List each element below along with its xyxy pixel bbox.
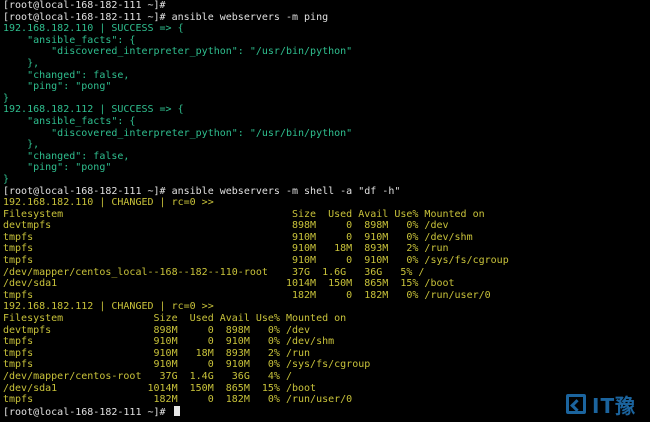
terminal-line-text: [root@local-168-182-111 ~]# ansible webs… (3, 11, 329, 23)
terminal-line-text: "changed": false, (3, 150, 130, 162)
terminal-line: [root@local-168-182-111 ~]# (3, 405, 648, 418)
terminal-line: devtmpfs 898M 0 898M 0% /dev (3, 325, 648, 337)
terminal-line: /dev/sda1 1014M 150M 865M 15% /boot (3, 278, 648, 290)
terminal-line: [root@local-168-182-111 ~]# ansible webs… (3, 186, 648, 198)
terminal-line: "ansible_facts": { (3, 116, 648, 128)
terminal-line-text: tmpfs 910M 0 910M 0% /sys/fs/cgroup (3, 359, 371, 371)
terminal-line-text: tmpfs 910M 18M 893M 2% /run (3, 243, 449, 255)
terminal-line-text: Filesystem Size Used Avail Use% Mounted … (3, 208, 485, 220)
terminal-line-text: 192.168.182.112 | CHANGED | rc=0 >> (3, 301, 214, 313)
terminal-line: tmpfs 182M 0 182M 0% /run/user/0 (3, 290, 648, 302)
terminal-line: /dev/mapper/centos_local--168--182--110-… (3, 267, 648, 279)
terminal-line-text: }, (3, 139, 40, 151)
terminal-line-text: /dev/mapper/centos-root 37G 1.4G 36G 4% … (3, 371, 292, 382)
terminal-line-text: } (3, 173, 10, 185)
terminal-line-text: }, (3, 57, 40, 69)
terminal-line: "discovered_interpreter_python": "/usr/b… (3, 46, 648, 58)
terminal-line-text: tmpfs 182M 0 182M 0% /run/user/0 (3, 289, 491, 301)
terminal-line-text: 192.168.182.112 | SUCCESS => { (3, 104, 184, 116)
terminal-line: Filesystem Size Used Avail Use% Mounted … (3, 313, 648, 325)
terminal-line-text: 192.168.182.110 | SUCCESS => { (3, 23, 184, 35)
terminal-line: 192.168.182.112 | SUCCESS => { (3, 104, 648, 116)
terminal-line: /dev/mapper/centos-root 37G 1.4G 36G 4% … (3, 371, 648, 383)
terminal-output[interactable]: [root@local-168-182-111 ~]# [root@local-1… (3, 0, 648, 422)
watermark-text: IT豫 (592, 393, 637, 418)
terminal-line-text: "discovered_interpreter_python": "/usr/b… (3, 46, 353, 58)
terminal-line: tmpfs 910M 0 910M 0% /dev/shm (3, 336, 648, 348)
terminal-line: }, (3, 58, 648, 70)
terminal-line: "ping": "pong" (3, 81, 648, 93)
terminal-line: [root@local-168-182-111 ~]# (3, 0, 648, 12)
terminal-line: tmpfs 910M 0 910M 0% /sys/fs/cgroup (3, 255, 648, 267)
watermark-logo: IT豫 (566, 390, 644, 418)
terminal-line: tmpfs 910M 18M 893M 2% /run (3, 243, 648, 255)
terminal-line: 192.168.182.110 | CHANGED | rc=0 >> (3, 197, 648, 209)
terminal-line: Filesystem Size Used Avail Use% Mounted … (3, 209, 648, 221)
terminal-line-text: Filesystem Size Used Avail Use% Mounted … (3, 313, 347, 325)
terminal-line: "ansible_facts": { (3, 35, 648, 47)
terminal-line-text: tmpfs 910M 0 910M 0% /dev/shm (3, 336, 335, 348)
terminal-line: tmpfs 910M 0 910M 0% /sys/fs/cgroup (3, 359, 648, 371)
terminal-line-text: [root@local-168-182-111 ~]# (3, 406, 172, 418)
watermark-icon (566, 394, 586, 414)
terminal-line-text: tmpfs 182M 0 182M 0% /run/user/0 (3, 394, 353, 406)
terminal-line: }, (3, 139, 648, 151)
terminal-cursor[interactable] (173, 405, 180, 416)
terminal-line: "ping": "pong" (3, 162, 648, 174)
terminal-line-text: /dev/sda1 1014M 150M 865M 15% /boot (3, 382, 317, 394)
terminal-line: [root@local-168-182-111 ~]# ansible webs… (3, 12, 648, 24)
terminal-line: "discovered_interpreter_python": "/usr/b… (3, 128, 648, 140)
terminal-line: tmpfs 182M 0 182M 0% /run/user/0 (3, 394, 648, 406)
terminal-line-text: "ansible_facts": { (3, 34, 136, 46)
terminal-line-text: 192.168.182.110 | CHANGED | rc=0 >> (3, 197, 214, 209)
terminal-line: "changed": false, (3, 151, 648, 163)
terminal-line-text: /dev/sda1 1014M 150M 865M 15% /boot (3, 278, 455, 290)
terminal-line: tmpfs 910M 0 910M 0% /dev/shm (3, 232, 648, 244)
terminal-line: tmpfs 910M 18M 893M 2% /run (3, 348, 648, 360)
terminal-line: 192.168.182.112 | CHANGED | rc=0 >> (3, 301, 648, 313)
terminal-line-text: "ping": "pong" (3, 162, 112, 174)
terminal-line-text: "changed": false, (3, 69, 130, 81)
terminal-line: 192.168.182.110 | SUCCESS => { (3, 23, 648, 35)
terminal-line-text: tmpfs 910M 18M 893M 2% /run (3, 347, 311, 359)
terminal-line-text: tmpfs 910M 0 910M 0% /sys/fs/cgroup (3, 255, 509, 267)
terminal-line-text: devtmpfs 898M 0 898M 0% /dev (3, 324, 311, 336)
terminal-line: devtmpfs 898M 0 898M 0% /dev (3, 220, 648, 232)
terminal-line-text: devtmpfs 898M 0 898M 0% /dev (3, 220, 449, 232)
terminal-line: } (3, 93, 648, 105)
terminal-line: } (3, 174, 648, 186)
terminal-line-text: [root@local-168-182-111 ~]# ansible webs… (3, 185, 401, 197)
terminal-line-text: [root@local-168-182-111 ~]# (3, 0, 166, 11)
terminal-line-text: "ansible_facts": { (3, 115, 136, 127)
terminal-line: /dev/sda1 1014M 150M 865M 15% /boot (3, 383, 648, 395)
terminal-line-text: "discovered_interpreter_python": "/usr/b… (3, 127, 353, 139)
terminal-line-text: } (3, 92, 10, 104)
terminal-line-text: /dev/mapper/centos_local--168--182--110-… (3, 266, 425, 278)
terminal-line: "changed": false, (3, 70, 648, 82)
terminal-line-text: tmpfs 910M 0 910M 0% /dev/shm (3, 231, 473, 243)
terminal-line-text: "ping": "pong" (3, 81, 112, 93)
